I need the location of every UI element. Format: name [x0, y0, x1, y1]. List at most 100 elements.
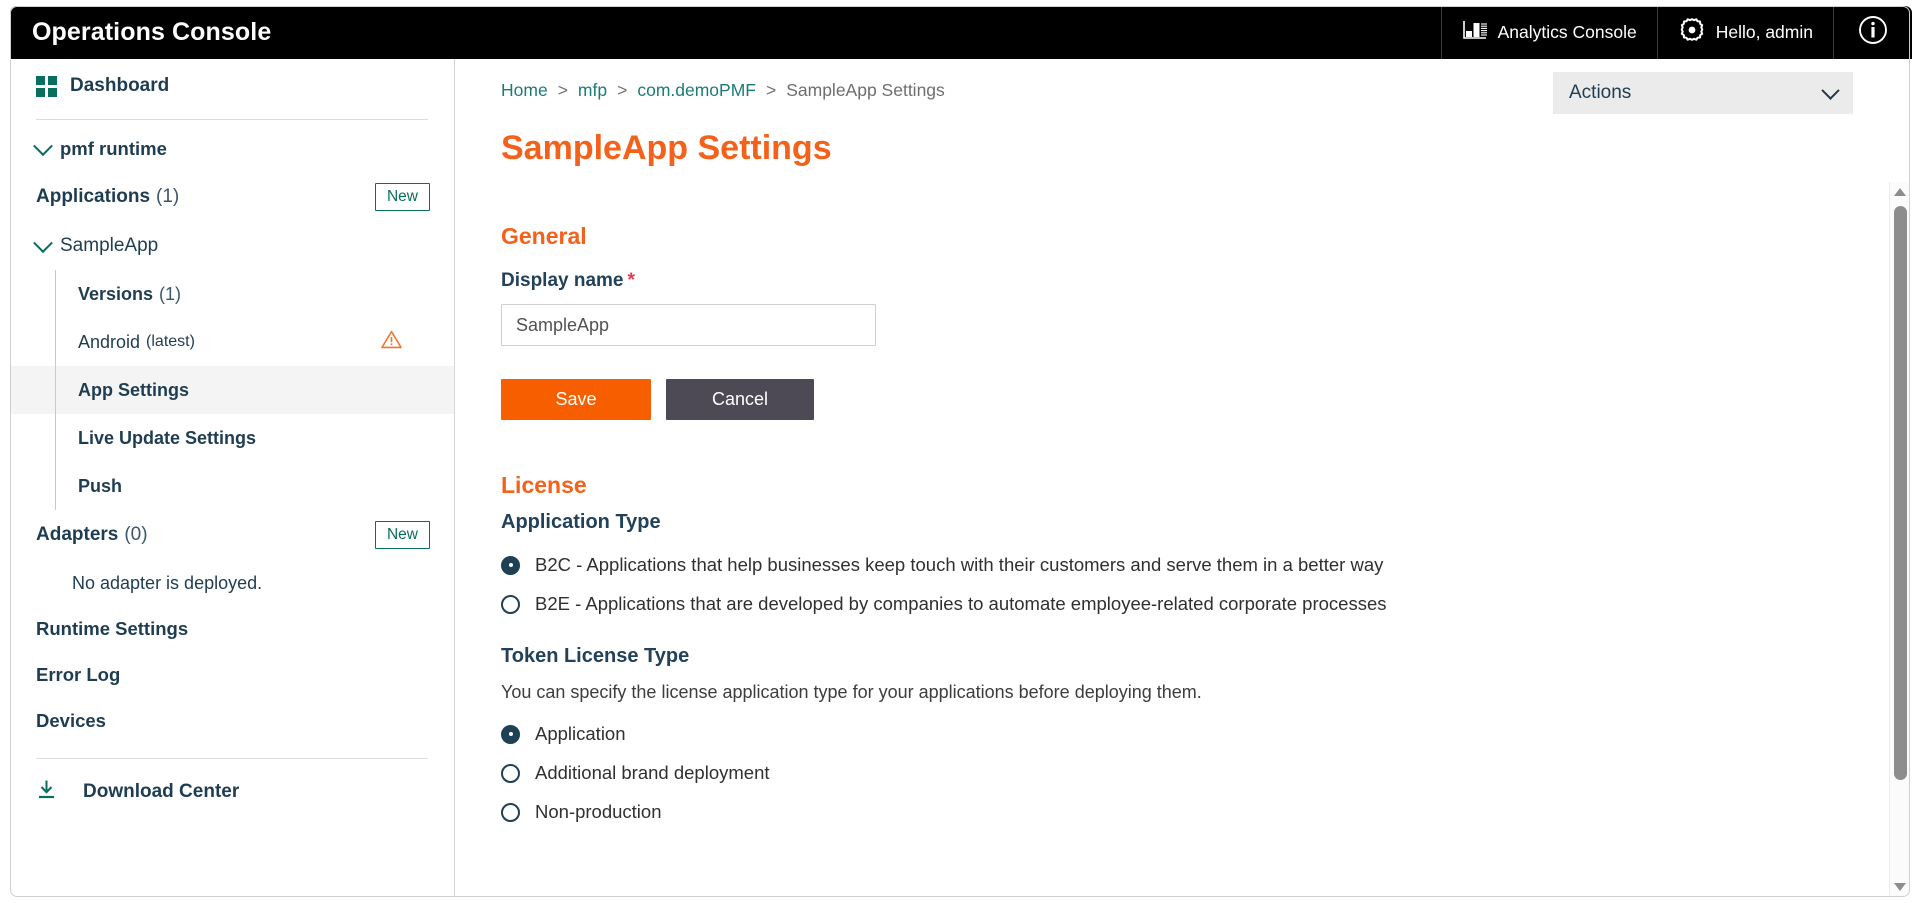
- radio-option-b2c[interactable]: B2C - Applications that help businesses …: [501, 554, 1910, 576]
- breadcrumb-item-mfp[interactable]: mfp: [578, 80, 607, 101]
- breadcrumb-item-current: SampleApp Settings: [786, 79, 945, 100]
- sidebar-item-label-runtime-settings: Runtime Settings: [36, 618, 189, 639]
- breadcrumb-separator: >: [765, 79, 777, 100]
- sidebar-item-label-push: Push: [78, 475, 123, 496]
- sidebar-item-label-dashboard: Dashboard: [70, 75, 170, 96]
- settings-form: SampleApp Settings General Display name *…: [456, 129, 1910, 823]
- sidebar-divider-top: [36, 119, 428, 120]
- sidebar-item-devices[interactable]: Devices: [10, 698, 454, 744]
- sidebar-item-label-sampleapp: SampleApp: [60, 235, 159, 256]
- sidebar-group-adapters: Adapters (0) New: [10, 510, 454, 560]
- sidebar-item-label-runtime: pmf runtime: [60, 138, 167, 159]
- sidebar: Dashboard pmf runtime Applications (1) N…: [10, 59, 455, 897]
- app-brand-title: Operations Console: [32, 18, 272, 46]
- breadcrumb-item-home[interactable]: Home: [501, 80, 548, 101]
- breadcrumb-separator: >: [617, 79, 628, 100]
- analytics-console-label: Analytics Console: [1497, 22, 1637, 42]
- scroll-down-arrow-icon[interactable]: [1894, 883, 1906, 891]
- sidebar-item-dashboard[interactable]: Dashboard: [10, 59, 454, 113]
- sidebar-group-applications: Applications (1) New: [10, 172, 454, 222]
- radio-label-additional-brand: Additional brand deployment: [535, 762, 770, 783]
- operations-console-window: Operations Console Analytics Console Hel…: [0, 0, 1920, 903]
- sidebar-item-label-download-center: Download Center: [83, 781, 240, 802]
- sidebar-item-versions[interactable]: Versions (1): [10, 270, 454, 318]
- sidebar-item-label-app-settings: App Settings: [78, 379, 189, 400]
- chevron-down-icon: [1821, 80, 1840, 100]
- info-button[interactable]: [1833, 6, 1912, 59]
- radio-label-non-production: Non-production: [535, 801, 662, 822]
- radio-option-application[interactable]: Application: [501, 723, 1910, 745]
- applications-label: Applications: [36, 186, 151, 207]
- radio-label-application: Application: [535, 723, 626, 744]
- applications-count: (1): [156, 186, 180, 207]
- radio-option-b2e[interactable]: B2E - Applications that are developed by…: [501, 593, 1910, 615]
- gear-icon: [1678, 16, 1706, 49]
- radio-button-non-production[interactable]: [501, 802, 520, 822]
- section-heading-license: License: [501, 472, 587, 498]
- breadcrumb-separator: >: [557, 79, 568, 100]
- analytics-console-button[interactable]: Analytics Console: [1440, 6, 1657, 59]
- bar-chart-icon: [1462, 19, 1488, 46]
- versions-count: (1): [159, 283, 182, 304]
- scroll-up-arrow-icon[interactable]: [1894, 188, 1906, 196]
- radio-option-additional-brand[interactable]: Additional brand deployment: [501, 762, 1910, 784]
- breadcrumb: Home > mfp > com.demoPMF > SampleApp Set…: [456, 59, 1910, 121]
- sidebar-item-label-devices: Devices: [36, 710, 106, 731]
- sidebar-item-label-error-log: Error Log: [36, 664, 121, 685]
- sidebar-item-pmf-runtime[interactable]: pmf runtime: [10, 126, 454, 172]
- download-icon: [36, 779, 57, 806]
- grid-icon: [36, 75, 57, 97]
- display-name-label: Display name *: [501, 270, 1910, 292]
- sidebar-item-runtime-settings[interactable]: Runtime Settings: [10, 606, 454, 652]
- sidebar-item-error-log[interactable]: Error Log: [10, 652, 454, 698]
- adapters-label: Adapters: [36, 524, 119, 545]
- sidebar-item-android[interactable]: Android (latest): [10, 318, 454, 366]
- form-buttons: Save Cancel: [501, 379, 1910, 420]
- page-scrollbar[interactable]: [1889, 182, 1910, 897]
- cancel-button[interactable]: Cancel: [666, 379, 814, 420]
- token-license-type-label: Token License Type: [501, 645, 690, 667]
- section-heading-general: General: [501, 223, 587, 249]
- actions-dropdown[interactable]: Actions: [1553, 72, 1853, 114]
- required-asterisk: *: [627, 270, 635, 291]
- radio-label-b2e: B2E - Applications that are developed by…: [535, 593, 1387, 614]
- radio-button-additional-brand[interactable]: [501, 763, 520, 783]
- chevron-down-icon: [33, 233, 53, 254]
- save-button[interactable]: Save: [501, 379, 651, 420]
- sidebar-item-app-settings[interactable]: App Settings: [10, 366, 454, 414]
- sidebar-item-sampleapp[interactable]: SampleApp: [10, 222, 454, 270]
- breadcrumb-item-project[interactable]: com.demoPMF: [637, 80, 756, 101]
- actions-dropdown-label: Actions: [1569, 82, 1632, 103]
- android-label: Android: [78, 331, 141, 352]
- user-greeting-label: Hello, admin: [1715, 22, 1813, 42]
- versions-label: Versions: [78, 283, 154, 304]
- app-header: Operations Console Analytics Console Hel…: [10, 6, 1912, 59]
- radio-label-b2c: B2C - Applications that help businesses …: [535, 554, 1384, 575]
- sidebar-divider-bottom: [36, 758, 428, 759]
- display-name-label-text: Display name: [501, 270, 624, 291]
- sidebar-item-label-live-update: Live Update Settings: [78, 427, 257, 448]
- radio-button-application[interactable]: [501, 724, 520, 744]
- warning-triangle-icon: [381, 330, 402, 354]
- info-circle-icon: [1858, 15, 1888, 50]
- application-type-label: Application Type: [501, 511, 661, 533]
- new-application-button[interactable]: New: [374, 183, 430, 211]
- token-license-help-text: You can specify the license application …: [501, 682, 1202, 702]
- radio-button-b2c[interactable]: [501, 555, 520, 575]
- radio-option-non-production[interactable]: Non-production: [501, 801, 1910, 823]
- new-adapter-button[interactable]: New: [374, 521, 430, 549]
- android-note: (latest): [146, 333, 195, 350]
- sidebar-item-live-update-settings[interactable]: Live Update Settings: [10, 414, 454, 462]
- radio-button-b2e[interactable]: [501, 594, 520, 614]
- no-adapter-message: No adapter is deployed.: [72, 572, 263, 593]
- page-title: SampleApp Settings: [501, 129, 832, 167]
- scrollbar-thumb[interactable]: [1894, 206, 1907, 780]
- sidebar-item-download-center[interactable]: Download Center: [10, 765, 454, 819]
- user-menu-button[interactable]: Hello, admin: [1656, 6, 1833, 59]
- sidebar-item-push[interactable]: Push: [10, 462, 454, 510]
- adapters-count: (0): [124, 524, 148, 545]
- main-content: Home > mfp > com.demoPMF > SampleApp Set…: [456, 59, 1910, 897]
- display-name-input[interactable]: [501, 304, 876, 346]
- chevron-down-icon: [33, 136, 53, 157]
- header-actions: Analytics Console Hello, admin: [1440, 6, 1912, 59]
